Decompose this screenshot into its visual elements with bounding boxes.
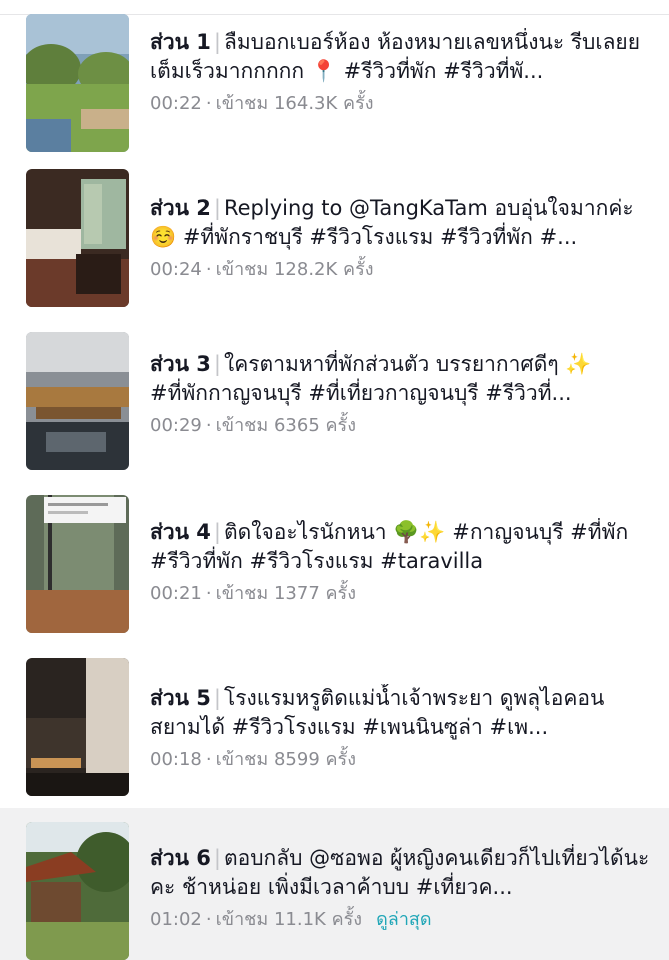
episode-meta: 00:22 · เข้าชม 164.3K ครั้ง bbox=[150, 92, 650, 116]
duration: 01:02 bbox=[150, 909, 202, 930]
episode-thumbnail-2[interactable] bbox=[26, 169, 129, 307]
glass-door-image bbox=[26, 495, 129, 633]
episode-meta: 00:21 · เข้าชม 1377 ครั้ง bbox=[150, 582, 650, 606]
dot-separator: · bbox=[205, 93, 212, 114]
episode-thumbnail-1[interactable] bbox=[26, 14, 129, 152]
episode-text-5: ส่วน 5 | โรงแรมหรูติดแม่น้ำเจ้าพระยา ดูพลุ… bbox=[150, 684, 650, 772]
episode-meta: 01:02 · เข้าชม 11.1K ครั้ง ดูล่าสุด bbox=[150, 908, 650, 932]
duration: 00:22 bbox=[150, 93, 202, 114]
episode-thumbnail-6[interactable] bbox=[26, 822, 129, 960]
duration: 00:29 bbox=[150, 415, 202, 436]
dot-separator: · bbox=[205, 415, 212, 436]
villa-terrace-image bbox=[26, 332, 129, 470]
separator: | bbox=[213, 352, 221, 376]
episode-title[interactable]: ส่วน 6 | ตอบกลับ @ซอพอ ผู้หญิงคนเดียวก็ไปเ… bbox=[150, 844, 650, 902]
episode-row-6[interactable]: ส่วน 6 | ตอบกลับ @ซอพอ ผู้หญิงคนเดียวก็ไปเ… bbox=[0, 808, 669, 960]
view-count: เข้าชม 164.3K ครั้ง bbox=[215, 93, 374, 114]
episode-title[interactable]: ส่วน 4 | ติดใจอะไรนักหนา 🌳✨ #กาญจนบุรี #ที… bbox=[150, 518, 650, 576]
episode-row-4[interactable]: ส่วน 4 | ติดใจอะไรนักหนา 🌳✨ #กาญจนบุรี #ที… bbox=[0, 492, 669, 656]
last-watched-label: ดูล่าสุด bbox=[376, 909, 432, 930]
episode-title[interactable]: ส่วน 2 | Replying to @TangKaTam อบอุ่นใจมา… bbox=[150, 194, 650, 252]
episode-title[interactable]: ส่วน 1 | ลืมบอกเบอร์ห้อง ห้องหมายเลขหนึ่งน… bbox=[150, 28, 650, 86]
garden-pavilion-image bbox=[26, 822, 129, 960]
view-count: เข้าชม 1377 ครั้ง bbox=[215, 583, 357, 604]
view-count: เข้าชม 6365 ครั้ง bbox=[215, 415, 357, 436]
dot-separator: · bbox=[205, 259, 212, 280]
duration: 00:18 bbox=[150, 749, 202, 770]
part-label: ส่วน 5 bbox=[150, 686, 211, 710]
separator: | bbox=[213, 196, 221, 220]
episode-meta: 00:24 · เข้าชม 128.2K ครั้ง bbox=[150, 258, 650, 282]
resort-garden-image bbox=[26, 14, 129, 152]
title-text: ลืมบอกเบอร์ห้อง ห้องหมายเลขหนึ่งนะ รีบเล… bbox=[150, 30, 641, 83]
separator: | bbox=[213, 846, 221, 870]
episode-row-3[interactable]: ส่วน 3 | ใครตามหาที่พักส่วนตัว บรรยากาศดีๆ… bbox=[0, 328, 669, 492]
dot-separator: · bbox=[205, 909, 212, 930]
dot-separator: · bbox=[205, 583, 212, 604]
separator: | bbox=[213, 686, 221, 710]
view-count: เข้าชม 11.1K ครั้ง bbox=[215, 909, 363, 930]
episode-row-2[interactable]: ส่วน 2 | Replying to @TangKaTam อบอุ่นใจมา… bbox=[0, 164, 669, 328]
episode-thumbnail-3[interactable] bbox=[26, 332, 129, 470]
riverside-hotel-image bbox=[26, 658, 129, 796]
separator: | bbox=[213, 30, 221, 54]
episode-text-2: ส่วน 2 | Replying to @TangKaTam อบอุ่นใจมา… bbox=[150, 194, 650, 282]
episode-text-4: ส่วน 4 | ติดใจอะไรนักหนา 🌳✨ #กาญจนบุรี #ที… bbox=[150, 518, 650, 606]
episode-text-3: ส่วน 3 | ใครตามหาที่พักส่วนตัว บรรยากาศดีๆ… bbox=[150, 350, 650, 438]
part-label: ส่วน 2 bbox=[150, 196, 211, 220]
episode-thumbnail-5[interactable] bbox=[26, 658, 129, 796]
episode-meta: 00:18 · เข้าชม 8599 ครั้ง bbox=[150, 748, 650, 772]
title-text: Replying to @TangKaTam อบอุ่นใจมากค่ะ ☺️… bbox=[150, 196, 634, 249]
duration: 00:21 bbox=[150, 583, 202, 604]
episode-thumbnail-4[interactable] bbox=[26, 495, 129, 633]
hotel-room-image bbox=[26, 169, 129, 307]
episode-title[interactable]: ส่วน 3 | ใครตามหาที่พักส่วนตัว บรรยากาศดีๆ… bbox=[150, 350, 650, 408]
part-label: ส่วน 4 bbox=[150, 520, 211, 544]
part-label: ส่วน 3 bbox=[150, 352, 211, 376]
dot-separator: · bbox=[205, 749, 212, 770]
title-text: ตอบกลับ @ซอพอ ผู้หญิงคนเดียวก็ไปเที่ยวได… bbox=[150, 846, 650, 899]
part-label: ส่วน 6 bbox=[150, 846, 211, 870]
episode-title[interactable]: ส่วน 5 | โรงแรมหรูติดแม่น้ำเจ้าพระยา ดูพลุ… bbox=[150, 684, 650, 742]
separator: | bbox=[213, 520, 221, 544]
view-count: เข้าชม 128.2K ครั้ง bbox=[215, 259, 374, 280]
title-text: ติดใจอะไรนักหนา 🌳✨ #กาญจนบุรี #ที่พัก #ร… bbox=[150, 520, 629, 573]
episode-row-5[interactable]: ส่วน 5 | โรงแรมหรูติดแม่น้ำเจ้าพระยา ดูพลุ… bbox=[0, 656, 669, 820]
episode-text-1: ส่วน 1 | ลืมบอกเบอร์ห้อง ห้องหมายเลขหนึ่งน… bbox=[150, 28, 650, 116]
episode-meta: 00:29 · เข้าชม 6365 ครั้ง bbox=[150, 414, 650, 438]
episode-row-1[interactable]: ส่วน 1 | ลืมบอกเบอร์ห้อง ห้องหมายเลขหนึ่งน… bbox=[0, 0, 669, 164]
view-count: เข้าชม 8599 ครั้ง bbox=[215, 749, 357, 770]
part-label: ส่วน 1 bbox=[150, 30, 211, 54]
duration: 00:24 bbox=[150, 259, 202, 280]
episode-text-6: ส่วน 6 | ตอบกลับ @ซอพอ ผู้หญิงคนเดียวก็ไปเ… bbox=[150, 844, 650, 932]
